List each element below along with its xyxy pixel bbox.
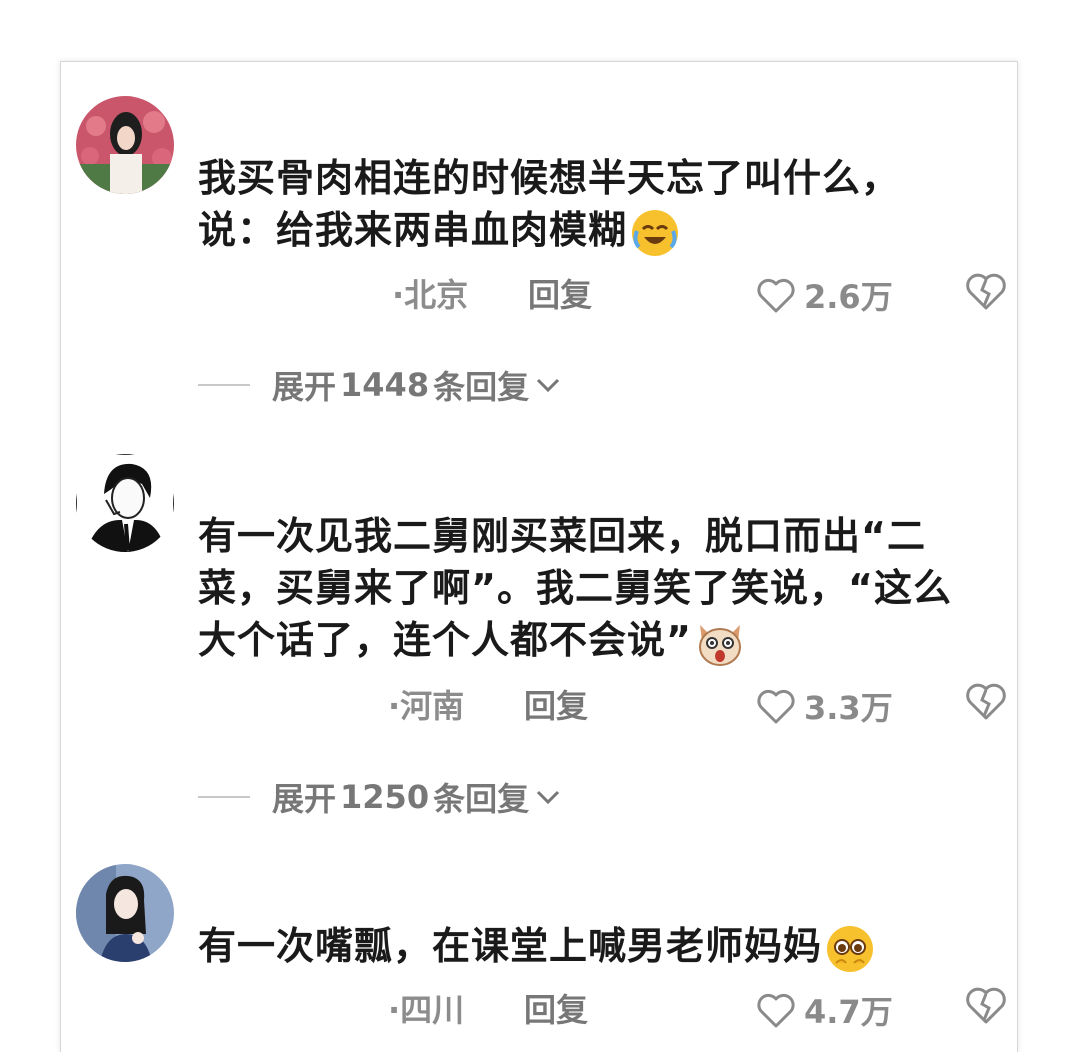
broken-heart-icon[interactable] [964,984,1008,1026]
expand-replies-button[interactable]: 展开 1250 条回复 [198,774,561,820]
expand-prefix: 展开 [272,368,337,406]
avatar[interactable] [76,864,174,962]
avatar[interactable] [76,96,174,194]
chevron-down-icon [537,790,560,805]
like-count: 2.6万 [804,278,893,316]
location-label: ·四川 [388,991,465,1029]
like-button[interactable]: 2.6万 [756,272,893,318]
surprised-dog-face-icon [698,624,741,666]
comment-text: 有一次嘴瓢，在课堂上喊男老师妈妈 [198,920,1008,975]
heart-icon [757,993,795,1028]
divider [198,796,250,798]
expand-prefix: 展开 [272,780,337,818]
divider [198,384,250,386]
reply-button[interactable]: 回复 [524,985,588,1031]
location-label: ·河南 [388,687,465,725]
reply-button[interactable]: 回复 [524,681,588,727]
avatar[interactable] [76,454,174,552]
comment-text: 我买骨肉相连的时候想半天忘了叫什么， 说：给我来两串血肉模糊 [198,152,1008,259]
pleading-face-icon [827,925,874,972]
like-count: 4.7万 [804,993,893,1031]
heart-icon [757,278,795,313]
like-button[interactable]: 4.7万 [756,987,893,1033]
crying-laughing-face-icon [632,209,679,256]
reply-count: 1250 [340,778,430,816]
like-button[interactable]: 3.3万 [756,683,893,729]
location-label: ·北京 [392,276,469,314]
comment-text: 有一次见我二舅刚买菜回来，脱口而出“二 菜，买舅来了啊”。我二舅笑了笑说，“这么… [198,510,1008,669]
reply-count: 1448 [340,366,430,404]
expand-suffix: 条回复 [433,368,530,406]
broken-heart-icon[interactable] [964,680,1008,722]
broken-heart-icon[interactable] [964,270,1008,312]
like-count: 3.3万 [804,689,893,727]
reply-button[interactable]: 回复 [528,270,592,316]
heart-icon [757,689,795,724]
expand-replies-button[interactable]: 展开 1448 条回复 [198,362,561,408]
chevron-down-icon [537,378,560,393]
expand-suffix: 条回复 [433,780,530,818]
